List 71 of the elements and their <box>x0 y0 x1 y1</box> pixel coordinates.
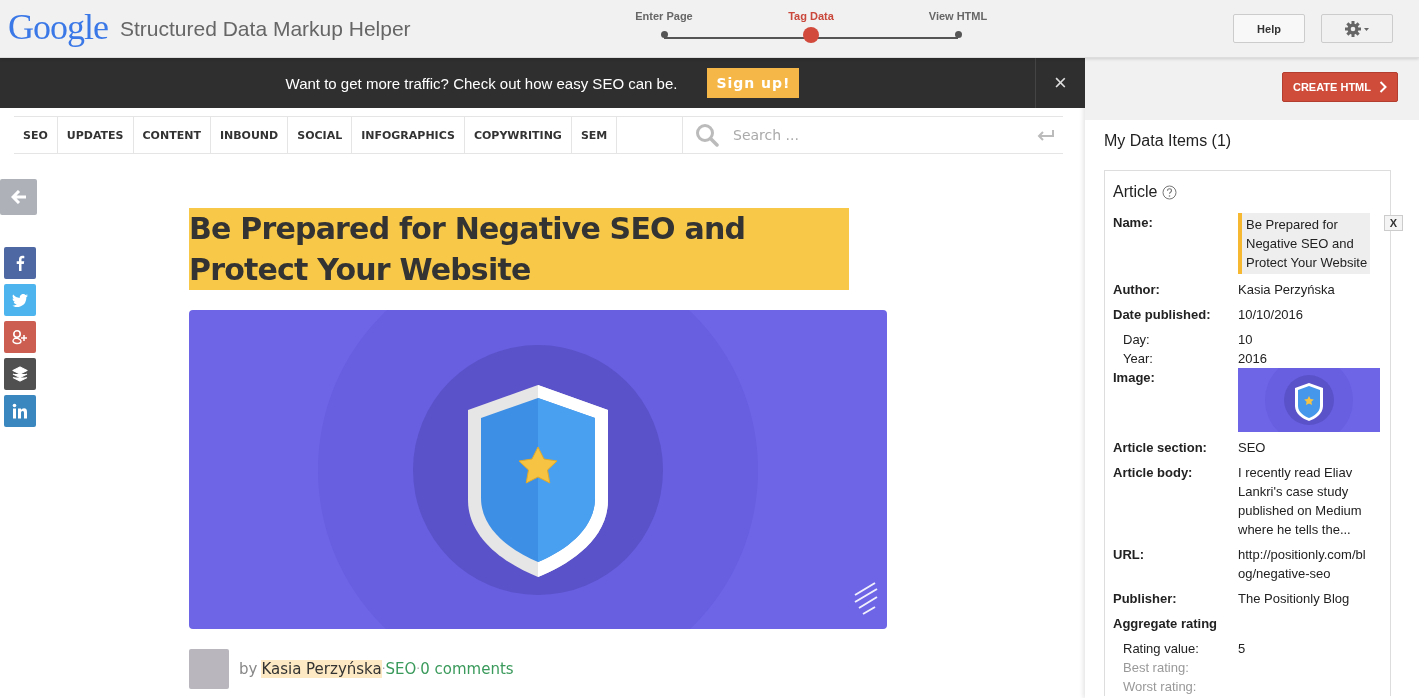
help-icon[interactable] <box>1162 184 1178 200</box>
linkedin-share-button[interactable] <box>4 395 36 427</box>
nav-link[interactable]: COPYWRITING <box>464 117 572 153</box>
field-label: Name: <box>1113 214 1154 232</box>
create-html-button[interactable]: CREATE HTML <box>1282 72 1398 102</box>
field-label: URL: <box>1113 546 1146 564</box>
separator-dot: · <box>416 662 421 676</box>
byline-text: by <box>239 660 258 678</box>
buffer-share-button[interactable] <box>4 358 36 390</box>
field-value: http://positionly.com/blog/negative-seo <box>1238 546 1367 583</box>
linkedin-icon <box>12 403 28 419</box>
settings-button[interactable] <box>1321 14 1393 43</box>
step-label[interactable]: Enter Page <box>635 10 693 22</box>
author-photo-placeholder <box>189 649 229 689</box>
nav-link[interactable]: SEO <box>14 117 58 153</box>
step-label[interactable]: View HTML <box>928 10 988 22</box>
field-label: Author: <box>1113 281 1161 299</box>
byline-link[interactable]: 0 comments <box>420 660 514 678</box>
step-dot[interactable] <box>803 27 819 43</box>
field-label: Date published: <box>1113 306 1212 324</box>
field-value: 10 <box>1238 331 1254 349</box>
step-dot[interactable] <box>954 31 962 38</box>
twitter-share-button[interactable] <box>4 284 36 316</box>
tagged-value: Be Prepared for Negative SEO and Protect Your Website <box>1238 213 1370 274</box>
article-title: Be Prepared for Negative SEO and Protect Your Website <box>189 208 849 290</box>
card-title: Article <box>1113 183 1158 201</box>
app-title: Structured Data Markup Helper <box>120 16 412 41</box>
enter-icon <box>1037 129 1055 141</box>
google-plus-share-button[interactable] <box>4 321 36 353</box>
field-value: 10/10/2016 <box>1238 306 1305 324</box>
author-name: Kasia Perzyńska <box>261 660 382 678</box>
nav-link[interactable]: CONTENT <box>133 117 211 153</box>
field-label: Article section: <box>1113 439 1208 457</box>
nav-link[interactable]: INFOGRAPHICS <box>352 117 465 153</box>
field-label: Publisher: <box>1113 590 1178 608</box>
arrow-left-icon <box>10 190 27 204</box>
google-logo: Google <box>8 5 108 48</box>
field-label: Rating value: <box>1122 640 1200 658</box>
field-value: Kasia Perzyńska <box>1238 281 1336 299</box>
search-icon <box>695 123 719 147</box>
separator-dot: · <box>381 662 386 676</box>
field-label: Best rating: <box>1122 659 1190 677</box>
nav-link[interactable]: SEM <box>571 117 618 153</box>
settings-icon <box>1345 20 1369 37</box>
field-value: I recently read Eliav Lankri's case study published on Medium where he tells the... <box>1238 464 1363 539</box>
nav-link[interactable]: SOCIAL <box>288 117 353 153</box>
facebook-icon <box>15 255 25 271</box>
field-label: Worst rating: <box>1122 678 1198 696</box>
nav-link[interactable]: UPDATES <box>57 117 134 153</box>
step-dot[interactable] <box>660 31 668 38</box>
field-value: SEO <box>1238 439 1267 457</box>
data-items-heading: My Data Items (1) <box>1104 132 1233 150</box>
field-value: 2016 <box>1238 350 1268 368</box>
field-value: The Positionly Blog <box>1238 590 1351 608</box>
field-label: Year: <box>1122 350 1154 368</box>
bird-icon <box>12 293 28 307</box>
google-plus-icon <box>11 329 29 345</box>
field-label: Image: <box>1113 369 1156 387</box>
nav-link[interactable]: INBOUND <box>210 117 289 153</box>
field-label: Aggregate rating <box>1113 615 1217 633</box>
chevron-right-icon <box>1379 81 1387 93</box>
layers-icon <box>12 366 28 382</box>
field-label: Article body: <box>1113 464 1194 482</box>
help-button[interactable]: Help <box>1233 14 1305 43</box>
search-field[interactable]: Search ... <box>731 126 1025 144</box>
step-label[interactable]: Tag Data <box>788 10 834 22</box>
field-label: Day: <box>1122 331 1151 349</box>
facebook-share-button[interactable] <box>4 247 36 279</box>
field-value: 5 <box>1238 640 1247 658</box>
banner-text: Want to get more traffic? Check out how easy SEO can be. <box>285 74 678 92</box>
remove-button[interactable]: X <box>1384 215 1403 231</box>
